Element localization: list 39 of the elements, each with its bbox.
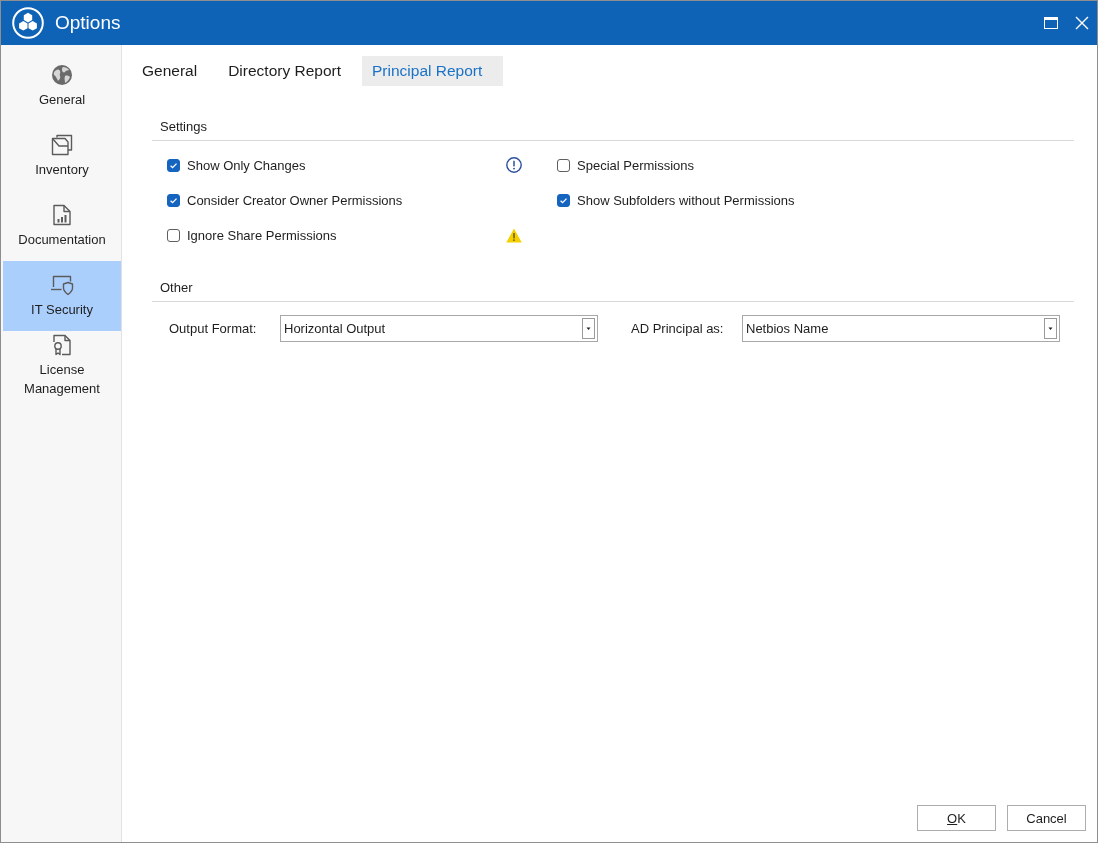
checkbox-label[interactable]: Show Only Changes	[187, 157, 306, 173]
warning-icon	[506, 227, 522, 243]
checkbox[interactable]	[557, 193, 570, 207]
sidebar-item[interactable]: Documentation	[3, 191, 121, 261]
sidebar-item[interactable]: License Management	[3, 331, 121, 401]
section-heading: Other	[160, 280, 193, 295]
logo-icon	[12, 7, 44, 39]
checkbox[interactable]	[167, 193, 180, 207]
checkbox-label[interactable]: Ignore Share Permissions	[187, 227, 337, 243]
field-label: AD Principal as:	[631, 321, 725, 336]
tab[interactable]: Directory Report	[218, 56, 362, 86]
dialog-button[interactable]: Cancel	[1007, 805, 1086, 831]
checkbox-label[interactable]: Special Permissions	[577, 157, 695, 173]
caret-icon	[1044, 318, 1057, 339]
tab[interactable]: Principal Report	[362, 56, 504, 86]
dropdown[interactable]: Netbios Name	[742, 315, 1060, 342]
sidebar-item[interactable]: Inventory	[3, 121, 121, 191]
tab[interactable]: General	[132, 56, 219, 86]
sidebar-item[interactable]: IT Security	[3, 261, 121, 331]
checkbox[interactable]	[167, 228, 180, 242]
close-icon	[1074, 16, 1089, 30]
info-icon	[506, 157, 522, 173]
checkbox[interactable]	[167, 158, 180, 172]
chart-document-icon	[51, 203, 73, 226]
globe-icon	[51, 63, 73, 86]
dialog-button[interactable]: OK	[917, 805, 996, 831]
window-title: Options	[55, 12, 122, 34]
maximize-icon	[1043, 17, 1058, 29]
field-label: Output Format:	[169, 321, 258, 336]
laptop-shield-icon	[50, 273, 74, 296]
stacked-pages-icon	[51, 133, 73, 156]
caret-icon	[582, 318, 595, 339]
checkbox-label[interactable]: Show Subfolders without Permissions	[577, 192, 795, 208]
checkbox[interactable]	[557, 158, 570, 172]
dropdown[interactable]: Horizontal Output	[280, 315, 598, 342]
sidebar-item[interactable]: General	[3, 51, 121, 121]
checkbox-label[interactable]: Consider Creator Owner Permissions	[187, 192, 403, 208]
certificate-document-icon	[51, 334, 73, 356]
section-heading: Settings	[160, 119, 207, 134]
